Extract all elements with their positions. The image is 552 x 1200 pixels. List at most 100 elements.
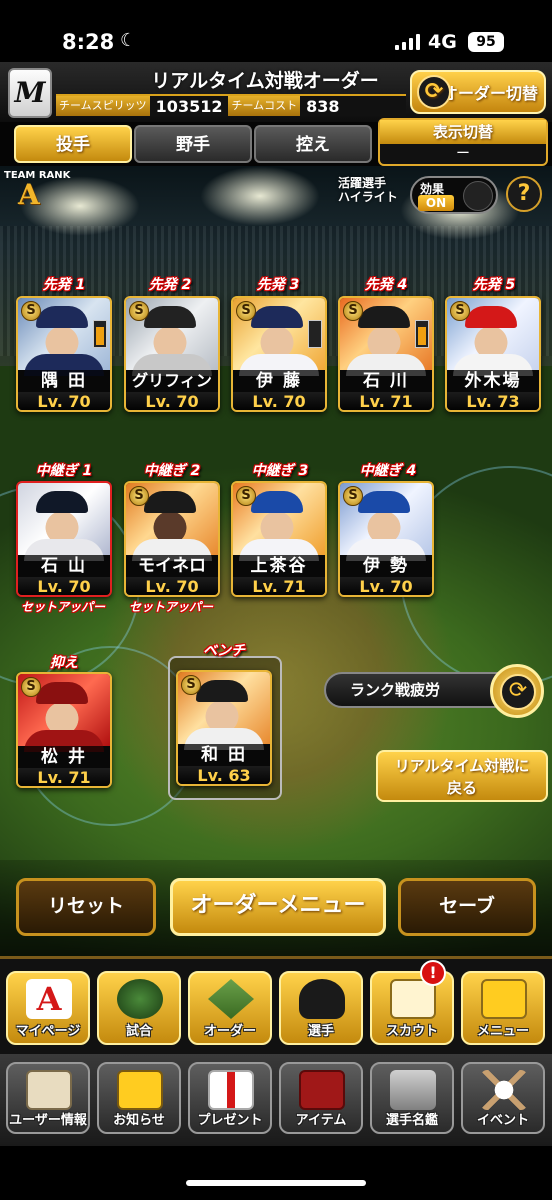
save-button[interactable]: セーブ: [398, 878, 536, 936]
player-name: 石 川: [340, 370, 432, 392]
player-card-bench[interactable]: S 和 田 Lv. 63: [176, 670, 272, 786]
player-level: Lv. 71: [340, 392, 432, 410]
menu-present[interactable]: プレゼント: [188, 1062, 272, 1134]
menu-menu[interactable]: メニュー: [461, 971, 545, 1045]
player-level: Lv. 70: [18, 577, 110, 595]
menu-events[interactable]: イベント: [461, 1062, 545, 1134]
slot-label-reliever-3: 中継ぎ 3: [251, 463, 309, 479]
player-level: Lv. 70: [126, 392, 218, 410]
player-card-reliever-2[interactable]: S モイネロ Lv. 70: [124, 481, 220, 597]
order-menu-button[interactable]: オーダーメニュー: [170, 878, 386, 936]
menu-label: スカウト: [385, 1024, 438, 1039]
team-rank-value: A: [18, 178, 40, 211]
main-menu: A マイページ 試合 オーダー 選手 スカウト メニュー: [0, 956, 552, 1054]
menu-label: ユーザー情報: [9, 1113, 87, 1128]
moon-icon: ☾: [120, 30, 137, 51]
menu-user-info[interactable]: ユーザー情報: [6, 1062, 90, 1134]
toggle-knob: [463, 181, 493, 211]
menu-label: 試合: [125, 1024, 152, 1039]
player-card-starter-3[interactable]: S 伊 藤 Lv. 70: [231, 296, 327, 412]
team-cost-label: チームコスト: [228, 96, 301, 116]
s-rank-icon: S: [21, 301, 41, 321]
cycle-icon: ⟳: [500, 674, 536, 710]
player-card-starter-4[interactable]: S 石 川 Lv. 71: [338, 296, 434, 412]
battery-icon: 95: [468, 32, 504, 52]
player-level: Lv. 63: [178, 766, 270, 784]
stadium-light: [200, 166, 320, 226]
player-level: Lv. 70: [233, 392, 325, 410]
menu-items[interactable]: アイテム: [279, 1062, 363, 1134]
sub-menu: ユーザー情報 お知らせ プレゼント アイテム 選手名鑑 イベント: [0, 1054, 552, 1146]
player-level: Lv. 71: [233, 577, 325, 595]
condition-icon: [308, 320, 322, 348]
slot-label-closer: 抑え: [50, 655, 78, 671]
player-name: 上茶谷: [233, 555, 325, 577]
s-rank-icon: S: [236, 301, 256, 321]
player-card-reliever-4[interactable]: S 伊 勢 Lv. 70: [338, 481, 434, 597]
tab-reserves[interactable]: 控え: [254, 125, 372, 163]
team-rank-label: TEAM RANK: [4, 170, 71, 181]
back-button-line1: リアルタイム対戦に: [394, 757, 530, 775]
network-type: 4G: [428, 31, 457, 53]
help-icon[interactable]: ?: [506, 176, 542, 212]
menu-label: オーダー: [203, 1024, 256, 1039]
order-field-icon: [208, 979, 254, 1019]
signal-icon: [395, 34, 420, 50]
slot-label-reliever-2: 中継ぎ 2: [143, 463, 201, 479]
effect-toggle[interactable]: 効果 ON: [410, 176, 498, 214]
menu-notices[interactable]: お知らせ: [97, 1062, 181, 1134]
player-level: Lv. 70: [18, 392, 110, 410]
order-switch-button[interactable]: ⟳ オーダー切替: [410, 70, 546, 114]
highlight-label-line2: ハイライト: [338, 190, 398, 204]
tab-pitchers[interactable]: 投手: [14, 125, 132, 163]
highlight-label-line1: 活躍選手: [338, 176, 387, 190]
display-switch-value: ー: [456, 146, 470, 162]
menu-label: マイページ: [15, 1024, 81, 1039]
home-indicator[interactable]: [186, 1180, 366, 1186]
condition-icon: [93, 320, 107, 348]
tab-fielders[interactable]: 野手: [134, 125, 252, 163]
s-rank-icon: S: [129, 301, 149, 321]
player-card-reliever-3[interactable]: S 上茶谷 Lv. 71: [231, 481, 327, 597]
slot-label-starter-4: 先発 4: [364, 277, 408, 293]
scout-notification-badge: !: [420, 960, 446, 986]
slot-label-starter-3: 先発 3: [256, 277, 300, 293]
team-spirits-value: 103512: [155, 96, 223, 116]
player-name: モイネロ: [126, 555, 218, 577]
action-bar: リセット オーダーメニュー セーブ: [0, 860, 552, 956]
menu-label: 選手名鑑: [385, 1113, 438, 1128]
rank-fatigue-button[interactable]: ⟳: [490, 664, 544, 718]
notice-mascot-icon: [117, 1070, 163, 1110]
cycle-icon: ⟳: [417, 75, 451, 109]
page-title: リアルタイム対戦オーダー: [151, 70, 379, 92]
back-button-line2: 戻る: [446, 779, 477, 797]
back-to-realtime-button[interactable]: リアルタイム対戦に 戻る: [376, 750, 548, 802]
player-book-icon: [390, 1070, 436, 1110]
player-level: Lv. 73: [447, 392, 539, 410]
slot-label-starter-2: 先発 2: [148, 277, 192, 293]
player-card-starter-2[interactable]: S グリフィン Lv. 70: [124, 296, 220, 412]
team-spirits-label: チームスピリッツ: [56, 96, 150, 116]
player-card-reliever-1[interactable]: 石 山 Lv. 70: [16, 481, 112, 597]
player-name: 外木場: [447, 370, 539, 392]
display-switch-button[interactable]: 表示切替 ー: [378, 118, 548, 166]
s-rank-icon: S: [450, 301, 470, 321]
bats-ball-icon: [481, 1070, 527, 1110]
player-card-starter-1[interactable]: S 隅 田 Lv. 70: [16, 296, 112, 412]
player-card-closer[interactable]: S 松 井 Lv. 71: [16, 672, 112, 788]
player-icon: [299, 979, 345, 1019]
slot-label-starter-1: 先発 1: [42, 277, 86, 293]
player-card-starter-5[interactable]: S 外木場 Lv. 73: [445, 296, 541, 412]
s-rank-icon: S: [236, 486, 256, 506]
gift-icon: [208, 1070, 254, 1110]
menu-players[interactable]: 選手: [279, 971, 363, 1045]
team-rank: TEAM RANK A: [4, 170, 80, 216]
menu-player-directory[interactable]: 選手名鑑: [370, 1062, 454, 1134]
menu-game[interactable]: 試合: [97, 971, 181, 1045]
condition-icon: [415, 320, 429, 348]
reset-button[interactable]: リセット: [16, 878, 156, 936]
menu-order[interactable]: オーダー: [188, 971, 272, 1045]
item-book-icon: [299, 1070, 345, 1110]
menu-mypage[interactable]: A マイページ: [6, 971, 90, 1045]
player-name: 和 田: [178, 744, 270, 766]
